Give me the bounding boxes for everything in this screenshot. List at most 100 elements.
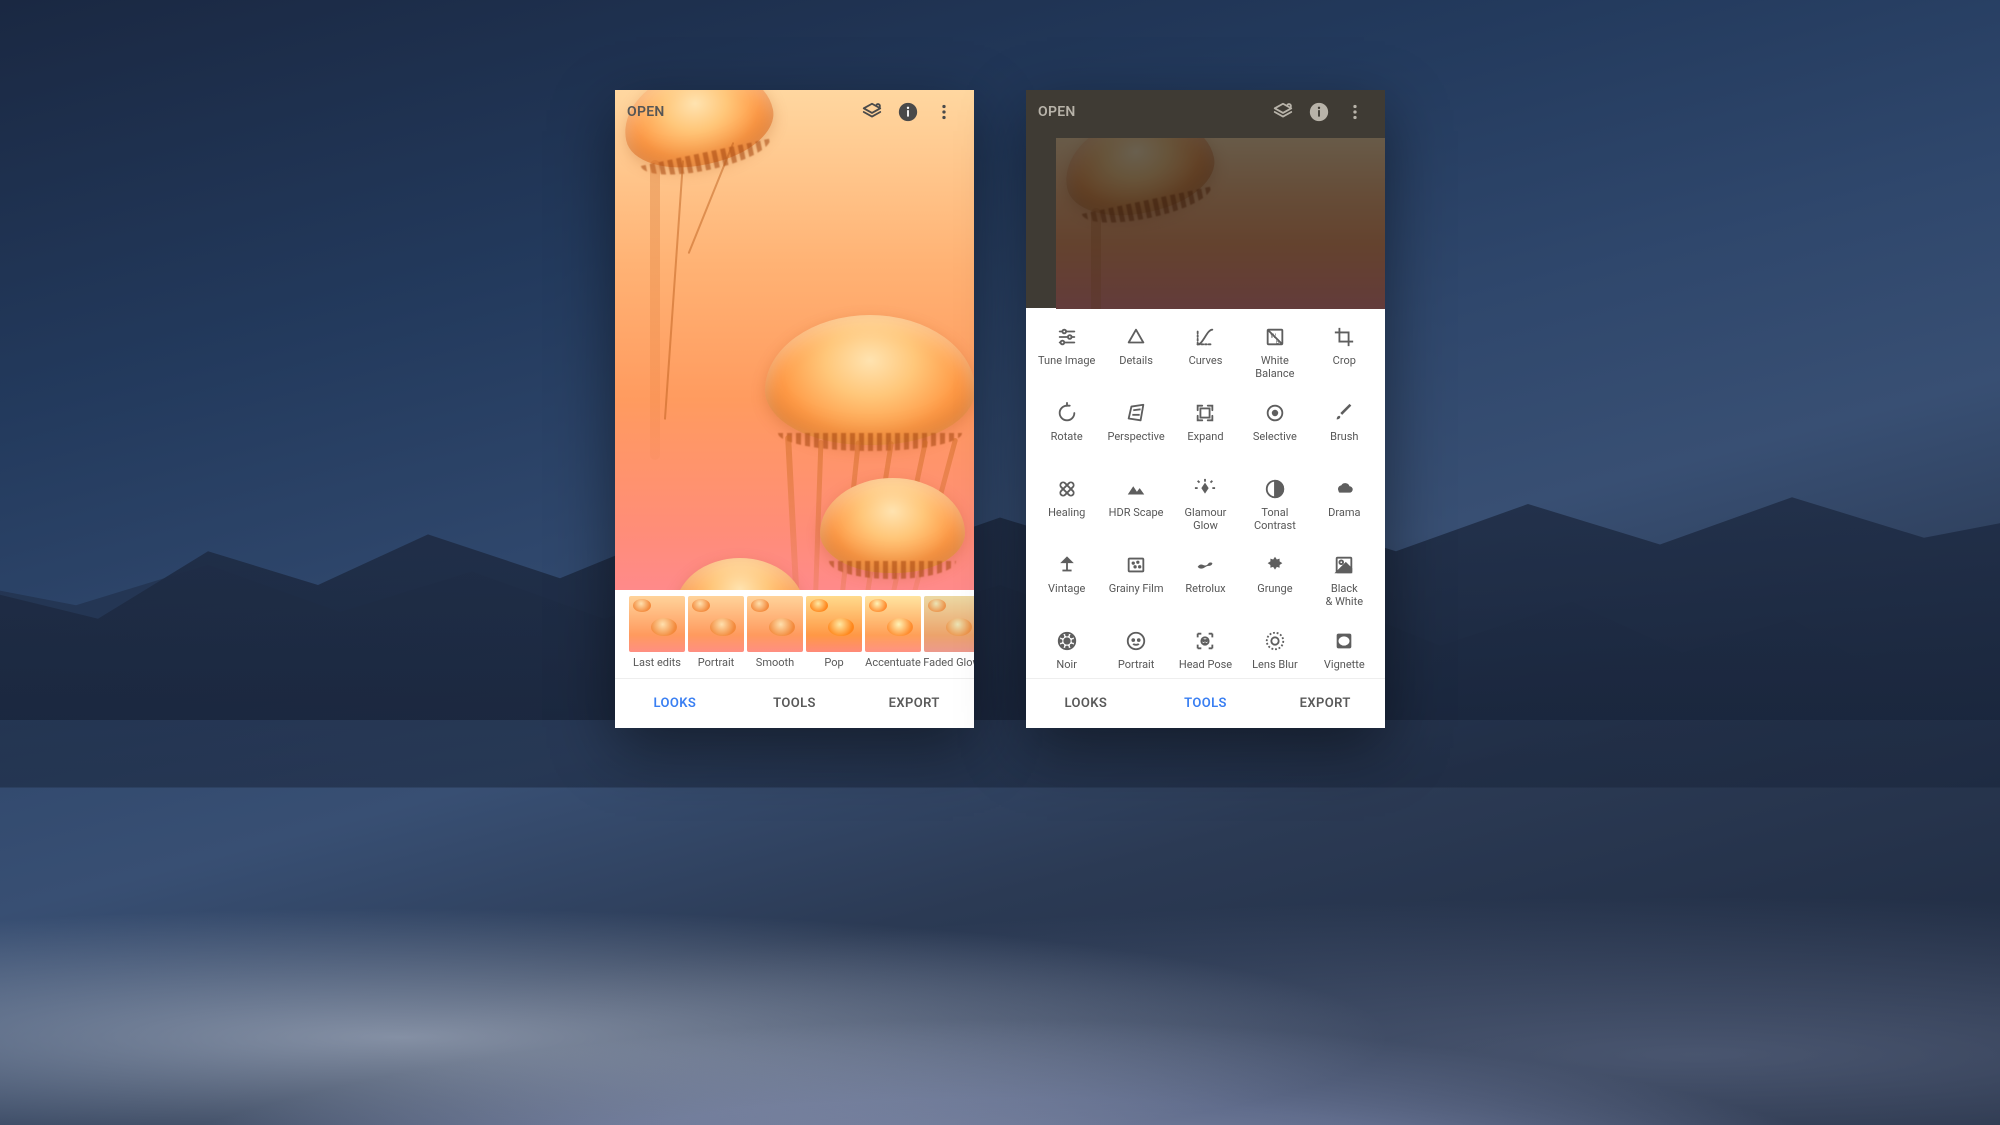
tool-glamour-glow[interactable]: GlamourGlow	[1171, 474, 1240, 550]
grunge-icon	[1263, 553, 1287, 577]
tool-healing[interactable]: Healing	[1032, 474, 1101, 550]
tool-drama[interactable]: Drama	[1310, 474, 1379, 550]
look-thumbnail	[865, 596, 921, 652]
tool-lens-blur[interactable]: Lens Blur	[1240, 626, 1309, 678]
tune-icon	[1055, 325, 1079, 349]
tool-curves[interactable]: Curves	[1171, 322, 1240, 398]
tool-label: Rotate	[1051, 431, 1083, 444]
headpose-icon	[1193, 629, 1217, 653]
image-canvas[interactable]	[615, 90, 974, 590]
noir-icon	[1055, 629, 1079, 653]
selective-icon	[1263, 401, 1287, 425]
look-thumbnail	[629, 596, 685, 652]
tool-portrait[interactable]: Portrait	[1101, 626, 1170, 678]
tool-details[interactable]: Details	[1101, 322, 1170, 398]
dimmed-header: OPEN	[1026, 90, 1385, 308]
tool-grunge[interactable]: Grunge	[1240, 550, 1309, 626]
tool-label: Expand	[1187, 431, 1223, 444]
drama-icon	[1332, 477, 1356, 501]
more-icon[interactable]	[1337, 94, 1373, 130]
tab-looks[interactable]: LOOKS	[1026, 679, 1146, 728]
look-smooth[interactable]: Smooth	[747, 596, 803, 678]
open-button[interactable]: OPEN	[1038, 104, 1076, 120]
tool-crop[interactable]: Crop	[1310, 322, 1379, 398]
tool-label: TonalContrast	[1254, 507, 1296, 532]
tool-label: Portrait	[1118, 659, 1155, 672]
image-canvas-dimmed	[1056, 138, 1385, 309]
tool-selective[interactable]: Selective	[1240, 398, 1309, 474]
details-icon	[1124, 325, 1148, 349]
tool-label: Head Pose	[1179, 659, 1232, 672]
tool-expand[interactable]: Expand	[1171, 398, 1240, 474]
tool-tonal-contrast[interactable]: TonalContrast	[1240, 474, 1309, 550]
tool-hdr-scape[interactable]: HDR Scape	[1101, 474, 1170, 550]
look-faded-glow[interactable]: Faded Glow	[924, 596, 974, 678]
tool-head-pose[interactable]: Head Pose	[1171, 626, 1240, 678]
tool-rotate[interactable]: Rotate	[1032, 398, 1101, 474]
glamour-icon	[1193, 477, 1217, 501]
lensblur-icon	[1263, 629, 1287, 653]
tool-label: Curves	[1189, 355, 1223, 368]
tool-grainy-film[interactable]: Grainy Film	[1101, 550, 1170, 626]
tool-label: Selective	[1253, 431, 1297, 444]
tab-tools[interactable]: TOOLS	[735, 679, 855, 728]
stage: OPEN	[0, 0, 2000, 1125]
phone-tools: OPEN Tune Imag	[1026, 90, 1385, 728]
tab-tools[interactable]: TOOLS	[1146, 679, 1266, 728]
tool-vignette[interactable]: Vignette	[1310, 626, 1379, 678]
bw-icon	[1332, 553, 1356, 577]
tool-perspective[interactable]: Perspective	[1101, 398, 1170, 474]
tool-label: Grunge	[1257, 583, 1292, 596]
curves-icon	[1193, 325, 1217, 349]
look-label: Last edits	[633, 656, 681, 669]
tab-export[interactable]: EXPORT	[1265, 679, 1385, 728]
look-label: Portrait	[698, 656, 735, 669]
tool-label: Drama	[1328, 507, 1360, 520]
look-label: Faded Glow	[923, 656, 974, 669]
tab-looks[interactable]: LOOKS	[615, 679, 735, 728]
more-icon[interactable]	[926, 94, 962, 130]
tool-brush[interactable]: Brush	[1310, 398, 1379, 474]
open-button[interactable]: OPEN	[627, 104, 665, 120]
look-label: Accentuate	[865, 656, 921, 669]
look-last-edits[interactable]: Last edits	[629, 596, 685, 678]
top-bar: OPEN	[1026, 90, 1385, 134]
grainy-icon	[1124, 553, 1148, 577]
looks-strip: Last edits Portrait Smooth Pop Accentuat…	[615, 590, 974, 678]
rotate-icon	[1055, 401, 1079, 425]
tool-label: Black& White	[1326, 583, 1364, 608]
look-pop[interactable]: Pop	[806, 596, 862, 678]
look-label: Smooth	[756, 656, 794, 669]
tool-black-white[interactable]: Black& White	[1310, 550, 1379, 626]
tool-label: Grainy Film	[1109, 583, 1164, 596]
tool-label: Noir	[1056, 659, 1077, 672]
tab-export[interactable]: EXPORT	[854, 679, 974, 728]
tool-tune-image[interactable]: Tune Image	[1032, 322, 1101, 398]
look-accentuate[interactable]: Accentuate	[865, 596, 921, 678]
tool-label: WhiteBalance	[1255, 355, 1294, 380]
tonal-icon	[1263, 477, 1287, 501]
look-label: Pop	[824, 656, 843, 669]
tool-label: Brush	[1330, 431, 1358, 444]
layers-icon[interactable]	[854, 94, 890, 130]
info-icon[interactable]	[890, 94, 926, 130]
look-thumbnail	[924, 596, 974, 652]
white-balance-icon: WB	[1263, 325, 1287, 349]
look-thumbnail	[747, 596, 803, 652]
phone-looks: OPEN	[615, 90, 974, 728]
look-portrait[interactable]: Portrait	[688, 596, 744, 678]
tool-white-balance[interactable]: WB WhiteBalance	[1240, 322, 1309, 398]
crop-icon	[1332, 325, 1356, 349]
tool-label: Retrolux	[1185, 583, 1225, 596]
tool-vintage[interactable]: Vintage	[1032, 550, 1101, 626]
tool-retrolux[interactable]: Retrolux	[1171, 550, 1240, 626]
tool-label: Vintage	[1048, 583, 1085, 596]
tool-label: Vignette	[1324, 659, 1365, 672]
tool-noir[interactable]: Noir	[1032, 626, 1101, 678]
info-icon[interactable]	[1301, 94, 1337, 130]
look-thumbnail	[806, 596, 862, 652]
vintage-icon	[1055, 553, 1079, 577]
brush-icon	[1332, 401, 1356, 425]
layers-icon[interactable]	[1265, 94, 1301, 130]
tool-label: Lens Blur	[1252, 659, 1298, 672]
